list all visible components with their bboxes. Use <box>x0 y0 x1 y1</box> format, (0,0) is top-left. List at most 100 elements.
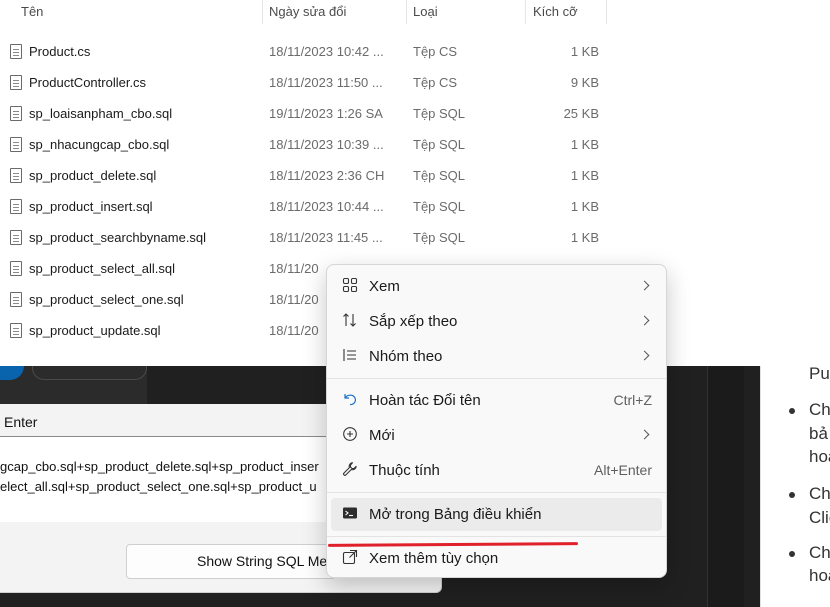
enter-label: Enter <box>4 414 38 430</box>
menu-item-shortcut: Ctrl+Z <box>613 392 653 408</box>
column-header-size[interactable]: Kích cỡ <box>533 0 578 24</box>
file-size: 1 KB <box>570 44 599 59</box>
document-panel: Pul Ch bả hoa Ch Clic Ch hoa <box>760 340 830 607</box>
file-name: sp_product_select_one.sql <box>29 292 184 307</box>
file-name: sp_product_update.sql <box>29 323 161 338</box>
menu-separator <box>327 378 666 379</box>
chevron-right-icon <box>639 280 650 291</box>
file-row[interactable]: Product.cs 18/11/2023 10:42 ... Tệp CS 1… <box>0 36 620 67</box>
file-name: sp_product_insert.sql <box>29 199 153 214</box>
menu-item-new[interactable]: Mới <box>331 419 662 452</box>
file-name: sp_product_delete.sql <box>29 168 157 183</box>
file-row[interactable]: sp_loaisanpham_cbo.sql 19/11/2023 1:26 S… <box>0 98 620 129</box>
file-size: 25 KB <box>563 106 599 121</box>
menu-separator <box>327 492 666 493</box>
column-divider[interactable] <box>262 0 263 24</box>
menu-item-undo-rename[interactable]: Hoàn tác Đổi tên Ctrl+Z <box>331 384 662 417</box>
file-date: 18/11/2023 11:50 ... <box>269 75 383 90</box>
undo-icon <box>341 391 359 409</box>
file-row[interactable]: sp_product_searchbyname.sql 18/11/2023 1… <box>0 222 620 253</box>
file-name: ProductController.cs <box>29 75 147 90</box>
menu-item-view[interactable]: Xem <box>331 270 662 303</box>
file-name: sp_product_searchbyname.sql <box>29 230 207 245</box>
file-icon <box>10 75 22 90</box>
file-date: 18/11/2023 10:42 ... <box>269 44 384 59</box>
file-name: sp_loaisanpham_cbo.sql <box>29 106 173 121</box>
file-type: Tệp SQL <box>413 230 466 245</box>
menu-item-shortcut: Alt+Enter <box>594 462 652 478</box>
doc-text: Ch <box>809 400 830 419</box>
file-date: 18/11/2023 10:39 ... <box>269 137 384 152</box>
file-type: Tệp SQL <box>413 168 466 183</box>
file-icon <box>10 168 22 183</box>
file-date: 19/11/2023 1:26 SA <box>269 106 383 121</box>
doc-text: Clic <box>809 508 830 527</box>
doc-text: hoa <box>809 566 830 585</box>
bullet-point <box>789 408 795 414</box>
add-circle-icon <box>341 426 359 444</box>
file-icon <box>10 261 22 276</box>
column-divider[interactable] <box>606 0 607 24</box>
bullet-point <box>789 492 795 498</box>
file-icon <box>10 44 22 59</box>
file-icon <box>10 292 22 307</box>
menu-item-label: Sắp xếp theo <box>369 313 458 330</box>
file-row[interactable]: sp_product_delete.sql 18/11/2023 2:36 CH… <box>0 160 620 191</box>
menu-item-label: Xem <box>369 278 400 295</box>
file-date: 18/11/2023 11:45 ... <box>269 230 383 245</box>
show-string-sql-button[interactable]: Show String SQL Mer <box>126 544 336 579</box>
file-date: 18/11/2023 2:36 CH <box>269 168 385 183</box>
grid-view-icon <box>341 277 359 295</box>
menu-item-label: Thuộc tính <box>369 462 440 479</box>
menu-item-properties[interactable]: Thuộc tính Alt+Enter <box>331 454 662 487</box>
file-row[interactable]: sp_product_insert.sql 18/11/2023 10:44 .… <box>0 191 620 222</box>
menu-item-show-more-options[interactable]: Xem thêm tùy chọn <box>331 542 662 575</box>
file-size: 1 KB <box>570 199 599 214</box>
menu-item-label: Xem thêm tùy chọn <box>369 550 499 567</box>
file-row[interactable]: ProductController.cs 18/11/2023 11:50 ..… <box>0 67 620 98</box>
doc-text: hoa <box>809 447 830 466</box>
file-row[interactable]: sp_nhacungcap_cbo.sql 18/11/2023 10:39 .… <box>0 129 620 160</box>
chevron-right-icon <box>639 315 650 326</box>
bullet-point <box>789 551 795 557</box>
menu-item-label: Hoàn tác Đổi tên <box>369 392 481 409</box>
textbox-line-1: gcap_cbo.sql+sp_product_delete.sql+sp_pr… <box>0 459 319 474</box>
terminal-icon <box>341 505 359 523</box>
doc-text: Ch <box>809 543 830 562</box>
group-icon <box>341 347 359 365</box>
menu-item-open-in-terminal[interactable]: Mở trong Bảng điều khiển <box>331 498 662 531</box>
scrollbar-panel <box>707 366 744 607</box>
menu-item-label: Nhóm theo <box>369 348 443 365</box>
file-type: Tệp CS <box>413 75 458 90</box>
file-date: 18/11/2023 10:44 ... <box>269 199 384 214</box>
open-external-icon <box>341 549 359 567</box>
file-size: 1 KB <box>570 137 599 152</box>
file-icon <box>10 106 22 121</box>
doc-text: bả <box>809 424 828 443</box>
wrench-icon <box>341 461 359 479</box>
taskbar-strip <box>0 366 147 404</box>
file-icon <box>10 323 22 338</box>
file-size: 1 KB <box>570 168 599 183</box>
file-size: 1 KB <box>570 230 599 245</box>
column-divider[interactable] <box>525 0 526 24</box>
column-header-date[interactable]: Ngày sửa đổi <box>269 0 346 24</box>
chevron-right-icon <box>639 350 650 361</box>
column-header-name[interactable]: Tên <box>21 0 43 24</box>
textbox-line-2: elect_all.sql+sp_product_select_one.sql+… <box>0 479 317 494</box>
doc-text: Ch <box>809 484 830 503</box>
menu-item-group-by[interactable]: Nhóm theo <box>331 340 662 373</box>
file-icon <box>10 199 22 214</box>
doc-text: Pul <box>809 364 830 383</box>
file-name: sp_nhacungcap_cbo.sql <box>29 137 170 152</box>
file-size: 9 KB <box>570 75 599 90</box>
file-type: Tệp CS <box>413 44 458 59</box>
sql-string-textbox[interactable]: gcap_cbo.sql+sp_product_delete.sql+sp_pr… <box>0 436 330 522</box>
context-menu: Xem Sắp xếp theo Nhóm theo Hoàn tác Đổi … <box>326 264 667 578</box>
chevron-right-icon <box>639 429 650 440</box>
search-pill[interactable] <box>32 366 147 380</box>
menu-item-sort-by[interactable]: Sắp xếp theo <box>331 305 662 338</box>
column-header-type[interactable]: Loại <box>413 0 438 24</box>
column-divider[interactable] <box>406 0 407 24</box>
file-icon <box>10 230 22 245</box>
